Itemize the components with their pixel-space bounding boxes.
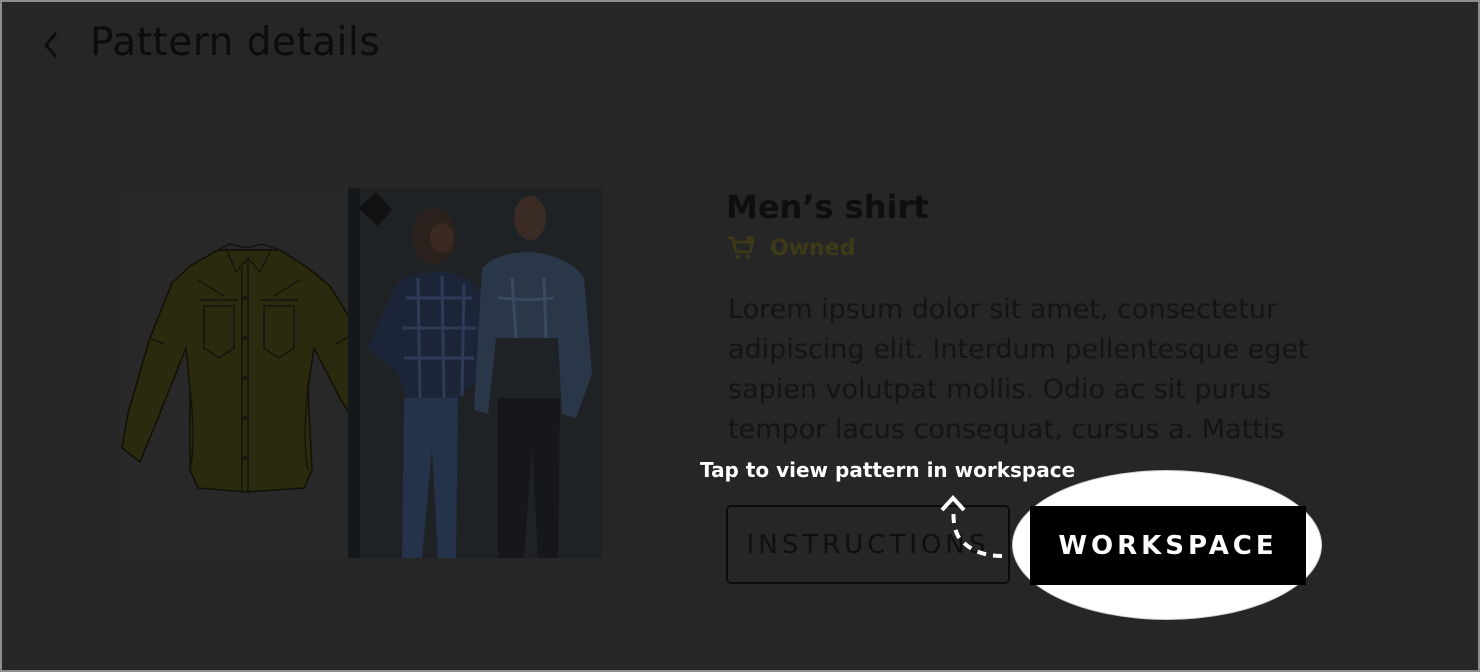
workspace-button[interactable]: WORKSPACE [1030, 506, 1306, 585]
product-description: Lorem ipsum dolor sit amet, consectetur … [728, 294, 1309, 445]
shirt-sketch-image [120, 188, 403, 558]
owned-label: Owned [770, 235, 856, 261]
cart-icon [728, 236, 755, 260]
page-title: Pattern details [90, 20, 381, 65]
coachmark-hint: Tap to view pattern in workspace [700, 458, 1076, 482]
ownership-status: Owned [726, 235, 855, 261]
back-button[interactable] [36, 28, 66, 62]
models-photo-image [348, 188, 602, 558]
chevron-left-icon [44, 32, 58, 58]
product-title: Men’s shirt [726, 188, 929, 226]
app-screen: Pattern details Men’s shirt Owned Lorem … [0, 0, 1480, 672]
dashed-curved-arrow-icon [940, 495, 1003, 558]
